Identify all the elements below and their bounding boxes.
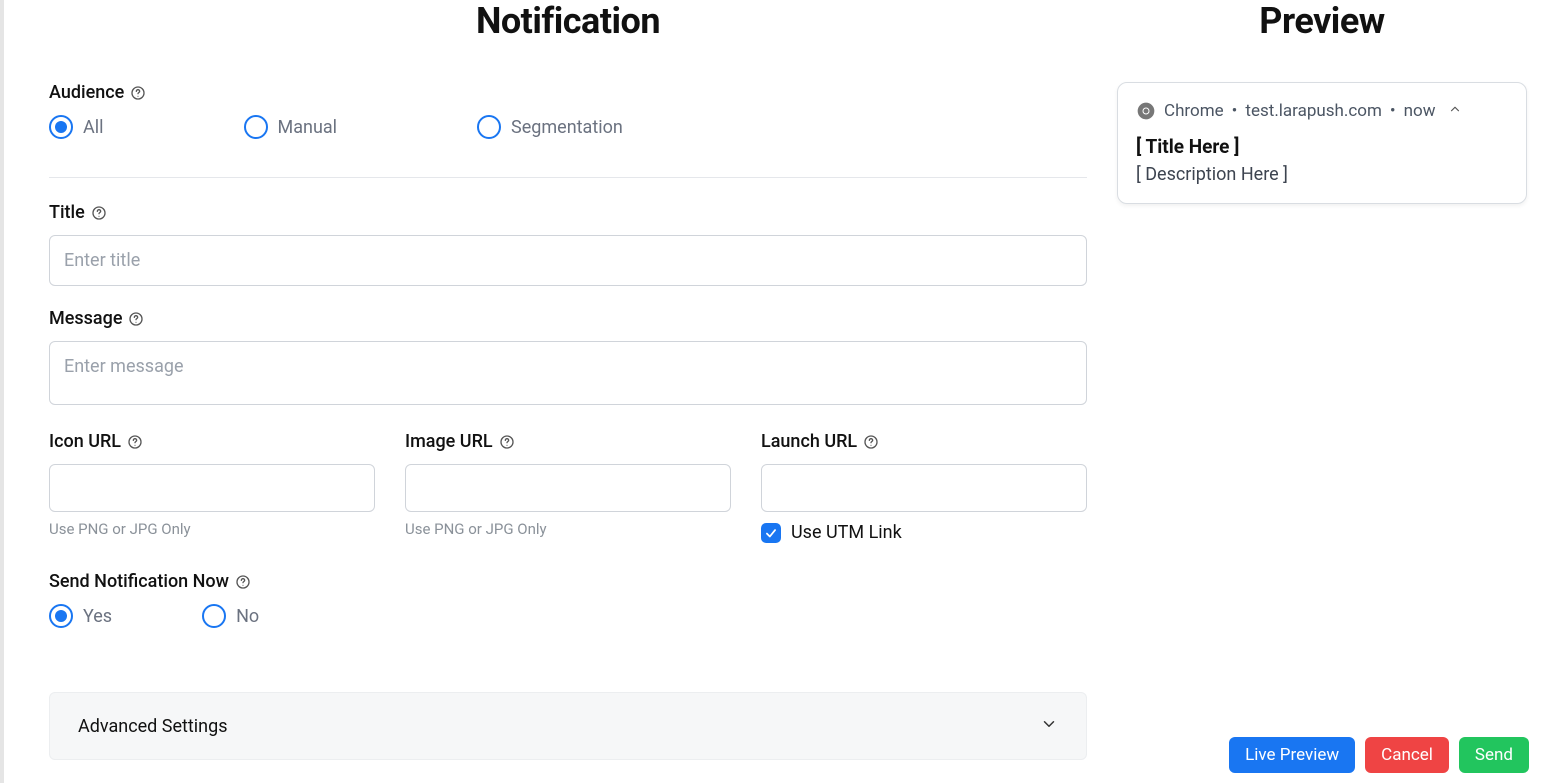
icon-url-hint: Use PNG or JPG Only [49,520,375,538]
send-button[interactable]: Send [1459,737,1529,773]
live-preview-button[interactable]: Live Preview [1229,737,1355,773]
audience-label: Audience [49,82,1087,103]
chevron-down-icon [1040,715,1058,737]
icon-url-input[interactable] [49,464,375,512]
send-now-radio-yes[interactable]: Yes [49,604,112,628]
radio-label: All [83,117,104,138]
divider [49,177,1087,178]
preview-card: Chrome • test.larapush.com • now [ Title… [1117,82,1527,204]
radio-icon [477,115,501,139]
radio-label: Yes [83,606,112,627]
preview-title: [ Title Here ] [1136,135,1508,158]
send-now-label: Send Notification Now [49,571,1087,592]
preview-heading: Preview [1117,0,1527,42]
preview-time: now [1404,101,1436,121]
image-url-hint: Use PNG or JPG Only [405,520,731,538]
notification-heading: Notification [49,0,1087,42]
message-label-text: Message [49,308,122,329]
audience-label-text: Audience [49,82,124,103]
message-input[interactable] [49,341,1087,405]
audience-radio-manual[interactable]: Manual [244,115,338,139]
radio-icon [202,604,226,628]
icon-url-label: Icon URL [49,431,375,452]
help-icon[interactable] [127,434,143,450]
help-icon[interactable] [235,574,251,590]
utm-checkbox-row[interactable]: Use UTM Link [761,522,1087,543]
preview-description: [ Description Here ] [1136,164,1508,185]
help-icon[interactable] [130,85,146,101]
chevron-up-icon[interactable] [1448,101,1462,121]
title-input[interactable] [49,235,1087,286]
help-icon[interactable] [128,311,144,327]
radio-label: Manual [278,117,338,138]
preview-sep: • [1390,101,1396,121]
launch-url-input[interactable] [761,464,1087,512]
radio-icon [244,115,268,139]
image-url-label-text: Image URL [405,431,493,452]
send-now-label-text: Send Notification Now [49,571,229,592]
preview-sep: • [1232,101,1238,121]
advanced-settings-accordion[interactable]: Advanced Settings [49,692,1087,760]
radio-icon [49,604,73,628]
send-now-radio-no[interactable]: No [202,604,259,628]
icon-url-label-text: Icon URL [49,431,121,452]
help-icon[interactable] [499,434,515,450]
chrome-icon [1136,101,1156,121]
launch-url-label-text: Launch URL [761,431,857,452]
message-label: Message [49,308,1087,329]
launch-url-label: Launch URL [761,431,1087,452]
preview-browser: Chrome [1164,101,1224,121]
audience-radio-all[interactable]: All [49,115,104,139]
radio-label: No [236,606,259,627]
radio-label: Segmentation [511,117,623,138]
radio-icon [49,115,73,139]
utm-checkbox-label: Use UTM Link [791,522,902,543]
preview-domain: test.larapush.com [1245,101,1382,121]
title-label-text: Title [49,202,85,223]
utm-checkbox[interactable] [761,523,781,543]
cancel-button[interactable]: Cancel [1365,737,1449,773]
help-icon[interactable] [91,205,107,221]
title-label: Title [49,202,1087,223]
help-icon[interactable] [863,434,879,450]
audience-radio-segmentation[interactable]: Segmentation [477,115,623,139]
image-url-input[interactable] [405,464,731,512]
advanced-settings-title: Advanced Settings [78,716,228,737]
image-url-label: Image URL [405,431,731,452]
